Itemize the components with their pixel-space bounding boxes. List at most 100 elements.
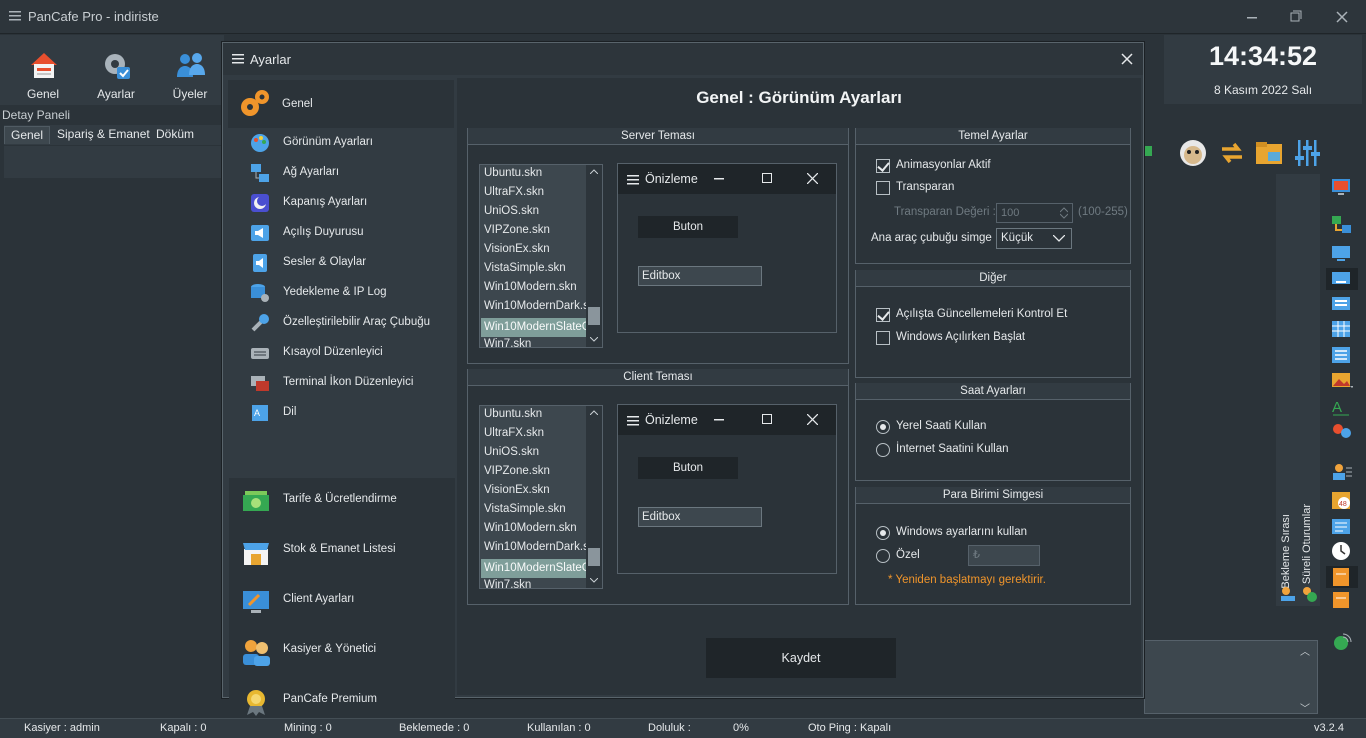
- monitor-selected-icon[interactable]: [1326, 268, 1358, 290]
- list-item[interactable]: Win7.skn: [484, 579, 588, 588]
- list-item[interactable]: Ubuntu.skn: [484, 167, 588, 179]
- transparent-checkbox[interactable]: [876, 181, 890, 195]
- nav-cashier-admin[interactable]: Kasiyer & Yönetici: [229, 633, 455, 673]
- image-icon[interactable]: [1331, 371, 1353, 391]
- custom-currency-radio[interactable]: [876, 549, 890, 563]
- scroll-up-icon[interactable]: [590, 410, 598, 415]
- list-item[interactable]: VistaSimple.skn: [484, 503, 588, 515]
- signal-icon[interactable]: [1331, 632, 1353, 652]
- list-item[interactable]: VIPZone.skn: [484, 465, 588, 477]
- close-icon[interactable]: [1331, 7, 1353, 27]
- nav-custom-toolbar[interactable]: Özelleştirilebilir Araç Çubuğu: [226, 309, 452, 337]
- list-item[interactable]: UltraFX.skn: [484, 186, 588, 198]
- clock-icon[interactable]: [1331, 541, 1353, 561]
- monitor-color-icon[interactable]: [1331, 177, 1353, 197]
- minimize-icon: [714, 178, 724, 180]
- close-icon[interactable]: [1119, 51, 1135, 67]
- nav-lower: Tarife & Ücretlendirme Stok & Emanet Lis…: [229, 478, 455, 726]
- nav-premium[interactable]: PanCafe Premium: [229, 683, 455, 723]
- calendar-icon[interactable]: 48: [1331, 489, 1353, 509]
- list-item[interactable]: Win10Modern.skn: [484, 522, 588, 534]
- list-item[interactable]: Win10ModernDark.skn: [484, 300, 588, 312]
- currency-title: Para Birimi Simgesi: [856, 487, 1130, 504]
- internet-time-radio[interactable]: [876, 443, 890, 457]
- nav-shortcut-editor[interactable]: Kısayol Düzenleyici: [226, 339, 452, 367]
- animations-checkbox[interactable]: [876, 159, 890, 173]
- user-list-icon[interactable]: [1331, 462, 1353, 482]
- grid-icon[interactable]: [1331, 320, 1353, 340]
- list-icon[interactable]: [1331, 346, 1353, 366]
- nav-shutdown[interactable]: Kapanış Ayarları: [226, 189, 452, 217]
- monkey-icon[interactable]: [1178, 138, 1208, 168]
- list-item[interactable]: VisionEx.skn: [484, 243, 588, 255]
- spin-icon: [1060, 207, 1068, 219]
- nav-startup-announcement[interactable]: Açılış Duyurusu: [226, 219, 452, 247]
- start-with-windows-checkbox[interactable]: [876, 331, 890, 345]
- toolbar-icon-select[interactable]: Küçük: [996, 228, 1072, 249]
- hamburger-icon[interactable]: [232, 54, 244, 64]
- scroll-down-icon[interactable]: ﹀: [1300, 700, 1314, 715]
- custom-currency-input[interactable]: ₺: [968, 545, 1040, 566]
- nav-terminal-icon-editor[interactable]: Terminal İkon Düzenleyici: [226, 369, 452, 397]
- list-item[interactable]: Ubuntu.skn: [484, 408, 588, 420]
- scroll-down-icon[interactable]: [590, 578, 598, 583]
- list-item[interactable]: UniOS.skn: [484, 446, 588, 458]
- home-button[interactable]: Genel: [13, 41, 73, 103]
- scroll-thumb[interactable]: [588, 548, 600, 566]
- list-item-selected[interactable]: Win10ModernSlateGray.skn: [481, 559, 587, 578]
- nav-appearance[interactable]: Görünüm Ayarları: [226, 129, 452, 157]
- list-item[interactable]: UltraFX.skn: [484, 427, 588, 439]
- windows-currency-radio[interactable]: [876, 526, 890, 540]
- document-icon[interactable]: [1331, 517, 1353, 537]
- local-time-radio[interactable]: [876, 420, 890, 434]
- scrollbar[interactable]: [586, 165, 602, 347]
- minimize-icon[interactable]: [1241, 7, 1263, 27]
- nav-language[interactable]: A Dil: [226, 399, 452, 427]
- sync-icon[interactable]: [1218, 139, 1246, 167]
- list-item[interactable]: UniOS.skn: [484, 205, 588, 217]
- list-item[interactable]: VistaSimple.skn: [484, 262, 588, 274]
- currency-group: Para Birimi Simgesi Windows ayarlarını k…: [855, 487, 1131, 605]
- scroll-down-icon[interactable]: [590, 337, 598, 342]
- tab-log[interactable]: Döküm: [156, 127, 194, 141]
- list-item-selected[interactable]: Win10ModernSlateGray.skn: [481, 318, 587, 337]
- monitor-icon[interactable]: [1331, 244, 1353, 264]
- list-item[interactable]: Win10ModernDark.skn: [484, 541, 588, 553]
- nav-tariff[interactable]: Tarife & Ücretlendirme: [229, 483, 455, 523]
- box-icon[interactable]: [1331, 590, 1353, 610]
- restore-icon[interactable]: [1285, 7, 1307, 27]
- sliders-icon[interactable]: [1294, 138, 1322, 168]
- waiting-queue-tab[interactable]: Bekleme Sırası: [1280, 514, 1292, 589]
- box-orange-icon[interactable]: [1326, 566, 1358, 588]
- folder-icon[interactable]: [1255, 139, 1285, 167]
- location-icon[interactable]: [1331, 422, 1353, 442]
- server-skin-list[interactable]: Ubuntu.skn UltraFX.skn UniOS.skn VIPZone…: [479, 164, 603, 348]
- members-button[interactable]: Üyeler: [160, 41, 220, 103]
- save-button[interactable]: Kaydet: [706, 638, 896, 678]
- nav-stock[interactable]: Stok & Emanet Listesi: [229, 533, 455, 573]
- scroll-up-icon[interactable]: ︿: [1300, 643, 1314, 658]
- settings-button[interactable]: Ayarlar: [86, 41, 146, 103]
- nav-sounds-events[interactable]: Sesler & Olaylar: [226, 249, 452, 277]
- list-item[interactable]: VisionEx.skn: [484, 484, 588, 496]
- tab-general[interactable]: Genel: [4, 126, 51, 144]
- client-skin-list[interactable]: Ubuntu.skn UltraFX.skn UniOS.skn VIPZone…: [479, 405, 603, 589]
- nav-general[interactable]: Genel: [228, 80, 454, 128]
- transparency-range: (100-255): [1078, 206, 1128, 218]
- monitor-list-icon[interactable]: [1331, 295, 1353, 315]
- list-item[interactable]: VIPZone.skn: [484, 224, 588, 236]
- hamburger-icon[interactable]: [9, 11, 21, 21]
- network-icon[interactable]: [1331, 215, 1353, 235]
- scroll-thumb[interactable]: [588, 307, 600, 325]
- nav-backup-iplog[interactable]: Yedekleme & IP Log: [226, 279, 452, 307]
- tab-order-deposit[interactable]: Sipariş & Emanet: [57, 127, 150, 141]
- nav-client-settings[interactable]: Client Ayarları: [229, 583, 455, 623]
- list-item[interactable]: Win7.skn: [484, 338, 588, 347]
- check-updates-checkbox[interactable]: [876, 308, 890, 322]
- scrollbar[interactable]: [586, 406, 602, 588]
- timed-sessions-tab[interactable]: Süreli Oturumlar: [1301, 504, 1313, 584]
- font-icon[interactable]: A: [1331, 397, 1353, 417]
- scroll-up-icon[interactable]: [590, 169, 598, 174]
- nav-network[interactable]: Ağ Ayarları: [226, 159, 452, 187]
- list-item[interactable]: Win10Modern.skn: [484, 281, 588, 293]
